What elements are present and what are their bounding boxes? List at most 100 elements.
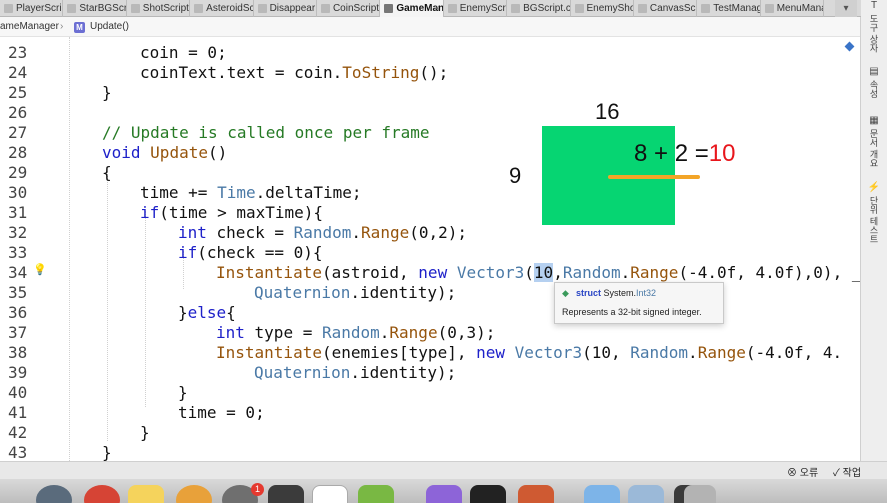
shell-app-dock-icon[interactable] (358, 485, 394, 503)
powerpoint-dock-icon[interactable] (518, 485, 554, 503)
line-number: 23 (8, 43, 28, 62)
properties-button[interactable]: ▤ 속성 (864, 66, 884, 98)
calculator-dock-icon[interactable] (268, 485, 304, 503)
tab-label: TestManag (713, 3, 761, 14)
tab-label: ShotScript (142, 3, 189, 14)
tab-12[interactable]: MenuMana (761, 0, 825, 17)
code-line-28: void Update() (102, 143, 228, 162)
line-number: 40 (8, 383, 28, 402)
tab-9[interactable]: EnemySho (571, 0, 634, 17)
toolbox-button[interactable]: T 도구 상자 (864, 0, 884, 53)
line-number: 37 (8, 323, 28, 342)
line-number: 25 (8, 83, 28, 102)
line-number: 34 (8, 263, 28, 282)
tab-label: EnemySho (586, 3, 634, 14)
toolbox-label: 도구 상자 (868, 14, 879, 53)
code-line-33: if(check == 0){ (178, 243, 323, 262)
tab-4[interactable]: Disappear (254, 0, 317, 17)
line-number: 30 (8, 183, 28, 202)
tab-label: AsteroidSc (206, 3, 254, 14)
file-icon (4, 4, 13, 13)
tab-10[interactable]: CanvasScr (634, 0, 698, 17)
code-line-34: Instantiate(astroid, new Vector3(10,Rand… (216, 263, 860, 282)
overlay-equation: 8 + 2 =10 (634, 140, 736, 167)
quickinfo-tooltip: ◆ struct System.Int32 Represents a 32-bi… (554, 282, 724, 324)
error-icon: ⊗ (787, 468, 797, 479)
status-bar: ⊗ 오류 ✓ 작업 (0, 461, 887, 479)
line-number: 24 (8, 63, 28, 82)
file-icon (701, 4, 711, 13)
code-line-25: } (102, 83, 112, 102)
document-outline-button[interactable]: ▦ 문서 개요 (864, 115, 884, 168)
code-line-24: coinText.text = coin.ToString(); (140, 63, 449, 82)
tab-0[interactable]: PlayerScri (0, 0, 64, 17)
errors-button[interactable]: ⊗ 오류 (787, 464, 818, 479)
code-line-42: } (140, 423, 150, 442)
lightbulb-icon[interactable]: 💡 (33, 263, 47, 276)
breadcrumb-separator: › (60, 21, 64, 32)
code-line-41: time = 0; (178, 403, 265, 422)
file-icon (574, 4, 584, 13)
selected-token[interactable]: 10 (533, 263, 554, 282)
photos-dock-icon[interactable] (176, 485, 212, 503)
unit-tests-button[interactable]: ⚡ 단위 테스트 (864, 182, 884, 244)
tab-2[interactable]: ShotScript (127, 0, 191, 17)
downloads-dock-icon[interactable] (628, 485, 664, 503)
tab-11[interactable]: TestManag (697, 0, 761, 17)
unit-tests-label: 단위 테스트 (868, 196, 879, 244)
properties-icon: ▤ (869, 66, 879, 77)
code-line-32: int check = Random.Range(0,2); (178, 223, 468, 242)
file-icon (194, 4, 204, 13)
line-number: 42 (8, 423, 28, 442)
close-icon[interactable]: × (434, 0, 439, 17)
tab-5[interactable]: CoinScript (317, 0, 381, 17)
unity-dock-icon[interactable] (312, 485, 348, 503)
tab-3[interactable]: AsteroidSc (190, 0, 254, 17)
file-icon (130, 4, 140, 13)
toolbox-icon: T (870, 0, 878, 11)
tooltip-description: Represents a 32-bit signed integer. (562, 307, 702, 317)
code-line-36: }else{ (178, 303, 236, 322)
breadcrumb-member[interactable]: Update() (90, 17, 129, 37)
tab-8[interactable]: BGScript.c (507, 0, 571, 17)
editor-tab-bar: PlayerScri StarBGScr ShotScript AsteroidSc D… (0, 0, 887, 17)
code-editor[interactable]: coin = 0; coinText.text = coin.ToString(… (64, 37, 860, 461)
code-line-40: } (178, 383, 188, 402)
line-number: 33 (8, 243, 28, 262)
line-number: 43 (8, 443, 28, 462)
tasks-button[interactable]: ✓ 작업 (833, 464, 861, 479)
overlay-number-top: 16 (595, 99, 620, 124)
method-badge-icon: M (74, 22, 85, 33)
tab-label: PlayerScri (16, 3, 62, 14)
tab-7[interactable]: EnemyScri (444, 0, 508, 17)
code-line-30: time += Time.deltaTime; (140, 183, 362, 202)
indent-guide (69, 37, 70, 461)
breadcrumb-file[interactable]: ameManager (0, 17, 59, 37)
tab-label: CanvasScr (649, 3, 698, 14)
overlay-result: 10 (708, 140, 736, 167)
tooltip-signature: struct System.Int32 (576, 288, 657, 298)
line-number: 36 (8, 303, 28, 322)
tab-6[interactable]: GameManag× (380, 0, 444, 17)
file-icon (764, 4, 774, 13)
indent-guide (107, 171, 108, 441)
tab-label: EnemyScri (459, 3, 508, 14)
tab-label: BGScript.c (523, 3, 571, 14)
breadcrumb: ameManager › M Update() (0, 17, 860, 37)
tab-label: Disappear (269, 3, 316, 14)
folder-dock-icon[interactable] (584, 485, 620, 503)
notes-dock-icon[interactable] (128, 485, 164, 503)
chrome-dock-icon[interactable] (84, 485, 120, 503)
line-number: 41 (8, 403, 28, 422)
visual-studio-dock-icon[interactable] (426, 485, 462, 503)
file-icon (511, 4, 521, 13)
tab-label: StarBGScr (79, 3, 127, 14)
unity-hub-dock-icon[interactable] (470, 485, 506, 503)
checkmark-icon: ✓ (833, 468, 840, 479)
trash-dock-icon[interactable] (684, 485, 716, 503)
tab-1[interactable]: StarBGScr (63, 0, 127, 17)
launchpad-dock-icon[interactable] (36, 485, 72, 503)
code-line-27: // Update is called once per frame (102, 123, 430, 142)
file-icon (67, 4, 77, 13)
tab-overflow-button[interactable]: ▾ (835, 0, 857, 17)
